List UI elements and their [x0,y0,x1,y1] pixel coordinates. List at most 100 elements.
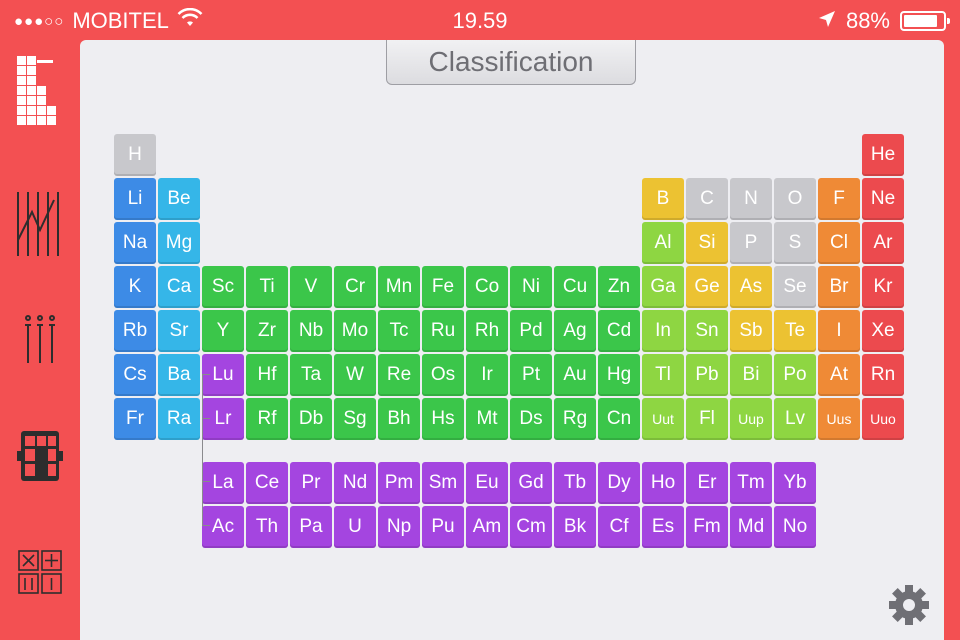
element-se[interactable]: Se [774,266,816,308]
calculator-icon[interactable] [14,540,66,604]
element-tc[interactable]: Tc [378,310,420,352]
element-o[interactable]: O [774,178,816,220]
element-ge[interactable]: Ge [686,266,728,308]
element-cf[interactable]: Cf [598,506,640,548]
element-ds[interactable]: Ds [510,398,552,440]
element-pr[interactable]: Pr [290,462,332,504]
element-grid-icon[interactable] [14,424,66,488]
element-no[interactable]: No [774,506,816,548]
element-pd[interactable]: Pd [510,310,552,352]
element-mt[interactable]: Mt [466,398,508,440]
element-rn[interactable]: Rn [862,354,904,396]
element-cr[interactable]: Cr [334,266,376,308]
element-ce[interactable]: Ce [246,462,288,504]
element-tb[interactable]: Tb [554,462,596,504]
element-ar[interactable]: Ar [862,222,904,264]
element-p[interactable]: P [730,222,772,264]
element-dy[interactable]: Dy [598,462,640,504]
element-tm[interactable]: Tm [730,462,772,504]
element-f[interactable]: F [818,178,860,220]
element-pu[interactable]: Pu [422,506,464,548]
settings-gear-icon[interactable] [888,584,930,626]
element-th[interactable]: Th [246,506,288,548]
element-md[interactable]: Md [730,506,772,548]
element-fr[interactable]: Fr [114,398,156,440]
element-ho[interactable]: Ho [642,462,684,504]
element-u[interactable]: U [334,506,376,548]
element-b[interactable]: B [642,178,684,220]
element-cn[interactable]: Cn [598,398,640,440]
element-rg[interactable]: Rg [554,398,596,440]
element-h[interactable]: H [114,134,156,176]
element-po[interactable]: Po [774,354,816,396]
element-sn[interactable]: Sn [686,310,728,352]
element-y[interactable]: Y [202,310,244,352]
element-fl[interactable]: Fl [686,398,728,440]
element-pm[interactable]: Pm [378,462,420,504]
element-bk[interactable]: Bk [554,506,596,548]
element-am[interactable]: Am [466,506,508,548]
element-kr[interactable]: Kr [862,266,904,308]
test-tubes-icon[interactable] [14,308,66,372]
element-tl[interactable]: Tl [642,354,684,396]
element-pt[interactable]: Pt [510,354,552,396]
element-in[interactable]: In [642,310,684,352]
element-zn[interactable]: Zn [598,266,640,308]
element-mo[interactable]: Mo [334,310,376,352]
element-cs[interactable]: Cs [114,354,156,396]
element-nd[interactable]: Nd [334,462,376,504]
element-uup[interactable]: Uup [730,398,772,440]
element-li[interactable]: Li [114,178,156,220]
element-hs[interactable]: Hs [422,398,464,440]
element-ra[interactable]: Ra [158,398,200,440]
element-mg[interactable]: Mg [158,222,200,264]
element-sm[interactable]: Sm [422,462,464,504]
element-nb[interactable]: Nb [290,310,332,352]
element-fe[interactable]: Fe [422,266,464,308]
element-bh[interactable]: Bh [378,398,420,440]
element-zr[interactable]: Zr [246,310,288,352]
element-ne[interactable]: Ne [862,178,904,220]
element-hf[interactable]: Hf [246,354,288,396]
element-te[interactable]: Te [774,310,816,352]
element-uuo[interactable]: Uuo [862,398,904,440]
element-cl[interactable]: Cl [818,222,860,264]
scale-icon[interactable] [14,192,66,256]
element-ti[interactable]: Ti [246,266,288,308]
element-si[interactable]: Si [686,222,728,264]
element-ir[interactable]: Ir [466,354,508,396]
periodic-table-icon[interactable] [14,56,66,126]
element-sg[interactable]: Sg [334,398,376,440]
element-ni[interactable]: Ni [510,266,552,308]
element-as[interactable]: As [730,266,772,308]
element-rh[interactable]: Rh [466,310,508,352]
element-al[interactable]: Al [642,222,684,264]
element-pb[interactable]: Pb [686,354,728,396]
element-co[interactable]: Co [466,266,508,308]
element-uut[interactable]: Uut [642,398,684,440]
element-rb[interactable]: Rb [114,310,156,352]
element-w[interactable]: W [334,354,376,396]
element-re[interactable]: Re [378,354,420,396]
element-ga[interactable]: Ga [642,266,684,308]
element-pa[interactable]: Pa [290,506,332,548]
element-mn[interactable]: Mn [378,266,420,308]
element-ru[interactable]: Ru [422,310,464,352]
element-gd[interactable]: Gd [510,462,552,504]
element-he[interactable]: He [862,134,904,176]
classification-button[interactable]: Classification [386,40,636,85]
element-eu[interactable]: Eu [466,462,508,504]
element-sc[interactable]: Sc [202,266,244,308]
element-s[interactable]: S [774,222,816,264]
element-sr[interactable]: Sr [158,310,200,352]
element-rf[interactable]: Rf [246,398,288,440]
element-k[interactable]: K [114,266,156,308]
element-lv[interactable]: Lv [774,398,816,440]
element-ba[interactable]: Ba [158,354,200,396]
element-i[interactable]: I [818,310,860,352]
element-be[interactable]: Be [158,178,200,220]
element-ca[interactable]: Ca [158,266,200,308]
element-hg[interactable]: Hg [598,354,640,396]
element-fm[interactable]: Fm [686,506,728,548]
element-n[interactable]: N [730,178,772,220]
